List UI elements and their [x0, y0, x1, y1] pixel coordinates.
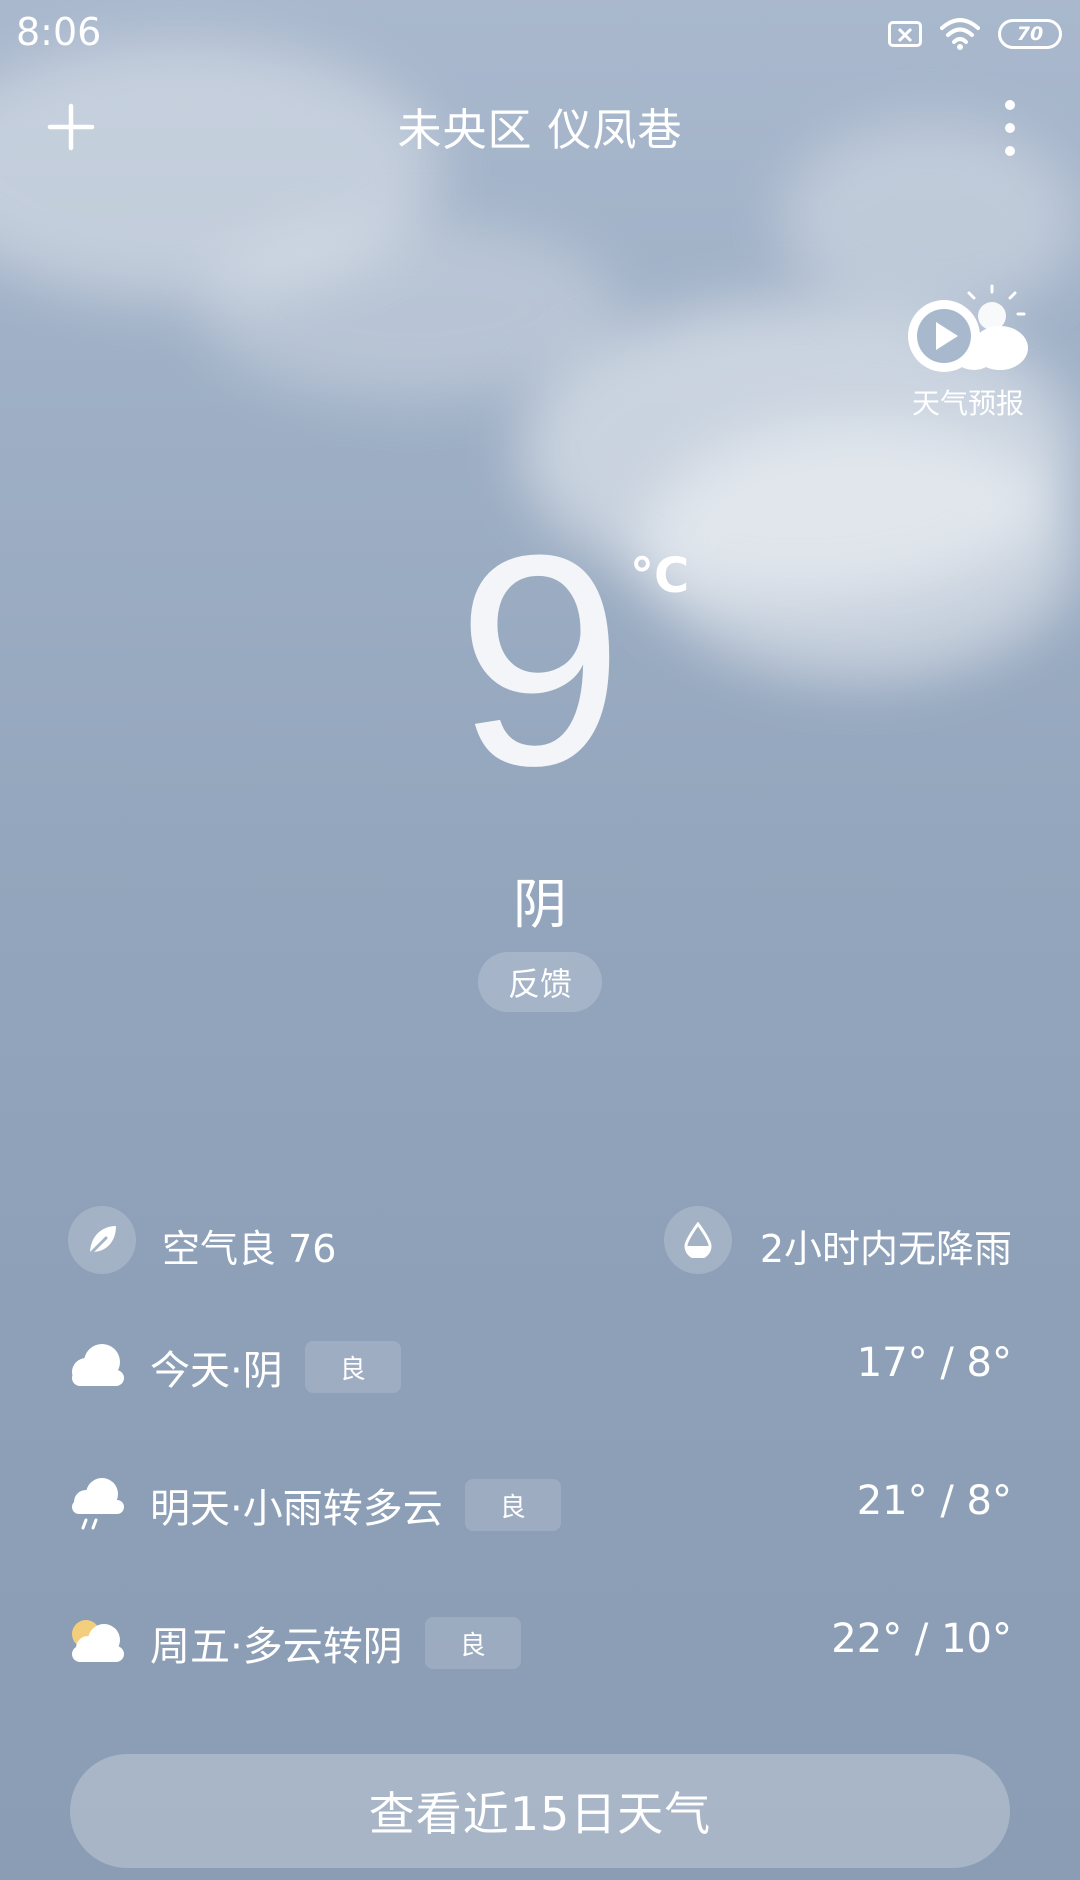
- forecast-video-label: 天气预报: [911, 387, 1024, 420]
- forecast-video-icon: [908, 284, 1028, 372]
- forecast-row-tomorrow[interactable]: 明天·小雨转多云 良 21° / 8°: [68, 1472, 1012, 1532]
- header: 未央区 仪凤巷: [0, 90, 1080, 170]
- forecast-day-condition: 今天·阴: [150, 1348, 283, 1394]
- weather-forecast-video-button[interactable]: 天气预报: [900, 284, 1036, 424]
- temperature-unit: °C: [630, 548, 690, 604]
- feedback-button[interactable]: 反馈: [478, 952, 602, 1012]
- battery-indicator: 70: [998, 19, 1062, 49]
- precipitation-text[interactable]: 2小时内无降雨: [760, 1218, 1012, 1273]
- light-rain-icon: [72, 1478, 124, 1530]
- location-title: 未央区 仪凤巷: [397, 105, 683, 156]
- info-row: 空气良 76 2小时内无降雨: [68, 1206, 1012, 1276]
- partly-cloudy-icon: [72, 1620, 124, 1662]
- forecast-temps: 17° / 8°: [856, 1340, 1012, 1386]
- forecast-day-condition: 周五·多云转阴: [150, 1624, 403, 1670]
- no-sim-icon: [888, 21, 922, 47]
- status-bar: 8:06 70: [0, 0, 1080, 66]
- raindrop-icon: [664, 1206, 732, 1274]
- aqi-badge: 良: [304, 1341, 401, 1393]
- aqi-badge: 良: [424, 1617, 521, 1669]
- current-temperature: 9: [456, 492, 624, 828]
- cloud-background: [0, 0, 1080, 1880]
- wifi-icon: [940, 18, 980, 50]
- current-condition: 阴: [513, 873, 567, 936]
- forecast-day-condition: 明天·小雨转多云: [150, 1486, 443, 1532]
- view-15-day-weather-button[interactable]: 查看近15日天气: [70, 1754, 1010, 1868]
- air-quality-text[interactable]: 空气良 76: [162, 1218, 336, 1273]
- leaf-icon: [68, 1206, 136, 1274]
- forecast-temps: 22° / 10°: [831, 1616, 1012, 1662]
- more-options-button[interactable]: [990, 100, 1030, 156]
- clock: 8:06: [16, 10, 102, 54]
- forecast-temps: 21° / 8°: [856, 1478, 1012, 1524]
- forecast-row-today[interactable]: 今天·阴 良 17° / 8°: [68, 1334, 1012, 1394]
- forecast-row-friday[interactable]: 周五·多云转阴 良 22° / 10°: [68, 1610, 1012, 1670]
- cloudy-icon: [72, 1344, 124, 1386]
- status-icons: 70: [888, 16, 1062, 52]
- aqi-badge: 良: [464, 1479, 561, 1531]
